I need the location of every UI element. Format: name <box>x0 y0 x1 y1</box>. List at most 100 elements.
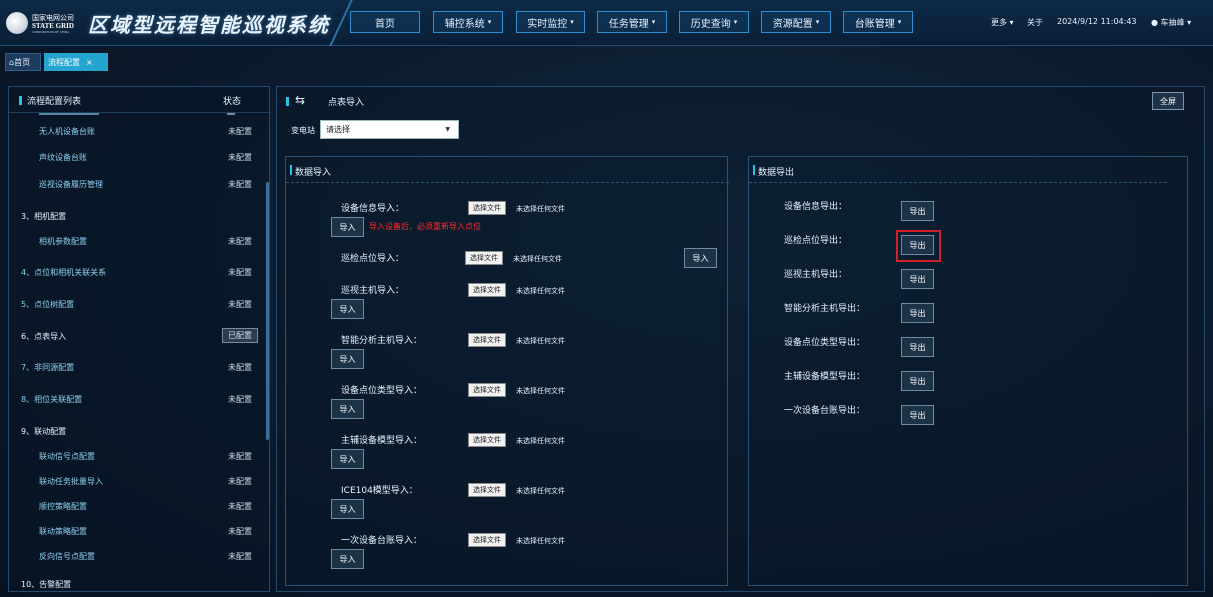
export-button[interactable]: 导出 <box>901 303 934 323</box>
import-row-label: 智能分析主机导入： <box>341 336 423 346</box>
nav-label: 辅控系统 <box>444 18 485 30</box>
system-title: 区域型远程智能巡视系统 <box>88 13 330 37</box>
list-item[interactable]: 相机参数配置 未配置 <box>9 233 269 251</box>
nav-history-query[interactable]: 历史查询 ▾ <box>679 11 749 33</box>
import-button[interactable]: 导入 <box>331 549 364 569</box>
about-link[interactable]: 关于 <box>1027 17 1043 28</box>
data-import-heading: 数据导入 <box>295 168 332 178</box>
status-badge: 未配置 <box>228 237 252 246</box>
choose-file-button[interactable]: 选择文件 <box>465 251 503 265</box>
list-item-label: 联动信号点配置 <box>39 452 95 461</box>
list-item[interactable]: 9、联动配置 <box>9 423 269 441</box>
nav-label: 实时监控 <box>527 18 568 30</box>
station-select[interactable]: 请选择 ▼ <box>320 120 459 139</box>
station-label: 变电站 <box>291 126 315 135</box>
status-badge: 未配置 <box>228 477 252 486</box>
import-button[interactable]: 导入 <box>331 299 364 319</box>
data-export-section: 数据导出 设备信息导出： 导出 巡检点位导出： 导出 巡视主机导出： 导出 智能分析主机导出… <box>748 156 1188 586</box>
logo-en-text: STATE GRID <box>32 22 74 30</box>
import-row-label: 主辅设备模型导入： <box>341 436 423 446</box>
section-divider <box>749 182 1167 183</box>
state-grid-logo: 国家电网公司 STATE GRID CORPORATION OF CHINA <box>6 9 84 37</box>
list-item[interactable]: 联动信号点配置 未配置 <box>9 448 269 466</box>
caret-down-icon: ▾ <box>651 18 656 26</box>
data-export-heading: 数据导出 <box>758 168 795 178</box>
list-item-label: 10、告警配置 <box>21 580 72 589</box>
logo-corp-text: CORPORATION OF CHINA <box>32 30 70 34</box>
list-item-label: 6、点表导入 <box>21 332 67 341</box>
status-badge: 未配置 <box>228 502 252 511</box>
tab-process-config[interactable]: 流程配置 × <box>44 53 108 71</box>
caret-down-icon: ▾ <box>1009 18 1014 27</box>
no-file-text: 未选择任何文件 <box>516 487 565 495</box>
list-item[interactable]: 3、相机配置 <box>9 208 269 226</box>
user-menu[interactable]: ● 车抽峰 ▾ <box>1151 17 1191 28</box>
list-item[interactable]: 声纹设备台账 未配置 <box>9 149 269 167</box>
list-item-label: 7、非同源配置 <box>21 363 75 372</box>
tab-home-label: 首页 <box>14 57 31 67</box>
export-button[interactable]: 导出 <box>901 371 934 391</box>
list-item[interactable]: 联动策略配置 未配置 <box>9 523 269 541</box>
export-row-label: 设备点位类型导出： <box>784 338 866 348</box>
list-item[interactable]: 5、点位树配置 未配置 <box>9 296 269 314</box>
station-select-value: 请选择 <box>326 125 350 134</box>
choose-file-button[interactable]: 选择文件 <box>468 533 506 547</box>
export-button[interactable]: 导出 <box>901 269 934 289</box>
list-item-label: 无人机设备台账 <box>39 127 95 136</box>
list-item[interactable]: 无人机设备台账 未配置 <box>9 123 269 141</box>
tab-active-label: 流程配置 <box>48 57 80 67</box>
import-button[interactable]: 导入 <box>331 399 364 419</box>
no-file-text: 未选择任何文件 <box>513 255 562 263</box>
caret-down-icon: ▾ <box>815 18 820 26</box>
nav-aux-control[interactable]: 辅控系统 ▾ <box>433 11 503 33</box>
nav-ledger-management[interactable]: 台账管理 ▾ <box>843 11 913 33</box>
import-button[interactable]: 导入 <box>331 217 364 237</box>
highlight-box <box>896 230 941 262</box>
export-button[interactable]: 导出 <box>901 201 934 221</box>
list-item[interactable]: 8、相位关联配置 未配置 <box>9 391 269 409</box>
more-menu[interactable]: 更多 ▾ <box>991 17 1014 28</box>
close-icon[interactable]: × <box>86 58 93 67</box>
list-item[interactable]: 6、点表导入 已配置 <box>9 328 269 346</box>
caret-down-icon: ▾ <box>487 18 492 26</box>
export-button[interactable]: 导出 <box>901 337 934 357</box>
list-item-label: 联动策略配置 <box>39 527 87 536</box>
list-item[interactable]: 顺控策略配置 未配置 <box>9 498 269 516</box>
choose-file-button[interactable]: 选择文件 <box>468 383 506 397</box>
choose-file-button[interactable]: 选择文件 <box>468 433 506 447</box>
import-row-label: 一次设备台账导入： <box>341 536 423 546</box>
import-button[interactable]: 导入 <box>331 449 364 469</box>
list-item[interactable]: 巡视设备履历管理 未配置 <box>9 176 269 194</box>
no-file-text: 未选择任何文件 <box>516 337 565 345</box>
section-accent-bar <box>753 165 755 175</box>
nav-task-management[interactable]: 任务管理 ▾ <box>597 11 667 33</box>
fullscreen-button[interactable]: 全屏 <box>1152 92 1184 110</box>
data-import-section: 数据导入 设备信息导入： 选择文件 未选择任何文件 导入 导入设备后，必须重新导入点位巡… <box>285 156 729 586</box>
list-item-label: 顺控策略配置 <box>39 502 87 511</box>
choose-file-button[interactable]: 选择文件 <box>468 283 506 297</box>
more-label: 更多 <box>991 18 1007 27</box>
import-button[interactable]: 导入 <box>331 349 364 369</box>
choose-file-button[interactable]: 选择文件 <box>468 333 506 347</box>
list-item[interactable]: 10、告警配置 <box>9 576 269 591</box>
choose-file-button[interactable]: 选择文件 <box>468 201 506 215</box>
import-button[interactable]: 导入 <box>331 499 364 519</box>
tab-home[interactable]: ⌂ 首页 <box>5 53 41 71</box>
list-title: 流程配置列表 <box>27 97 82 107</box>
nav-realtime-monitor[interactable]: 实时监控 ▾ <box>516 11 585 33</box>
caret-down-icon: ▾ <box>570 18 574 26</box>
list-item[interactable]: 反向信号点配置 未配置 <box>9 548 269 566</box>
nav-label: 任务管理 <box>608 18 649 30</box>
status-badge: 已配置 <box>222 328 258 343</box>
nav-home[interactable]: 首页 <box>350 11 420 33</box>
nav-resource-config[interactable]: 资源配置 ▾ <box>761 11 831 33</box>
import-button[interactable]: 导入 <box>684 248 717 268</box>
list-item[interactable]: 7、非同源配置 未配置 <box>9 359 269 377</box>
list-item[interactable]: 4、点位和相机关联关系 未配置 <box>9 264 269 282</box>
choose-file-button[interactable]: 选择文件 <box>468 483 506 497</box>
export-row-label: 主辅设备模型导出： <box>784 372 866 382</box>
list-item-label: 4、点位和相机关联关系 <box>21 268 107 277</box>
export-button[interactable]: 导出 <box>901 405 934 425</box>
nav-label: 历史查询 <box>690 18 731 30</box>
list-item[interactable]: 联动任务批量导入 未配置 <box>9 473 269 491</box>
